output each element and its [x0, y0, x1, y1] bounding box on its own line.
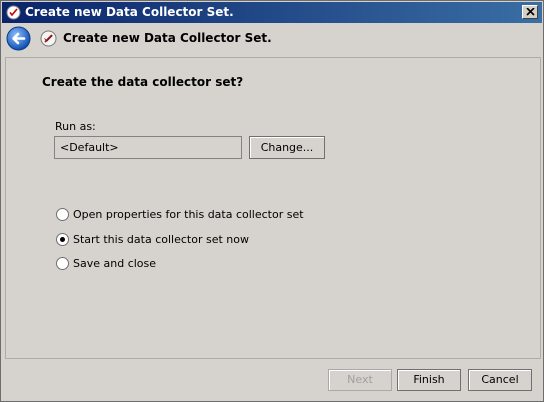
close-button[interactable] [522, 5, 538, 19]
wizard-content: Create the data collector set? Run as: <… [5, 57, 541, 359]
wizard-title: Create new Data Collector Set. [63, 31, 272, 45]
page-heading: Create the data collector set? [42, 75, 244, 89]
back-button[interactable] [6, 26, 31, 51]
option-label[interactable]: Save and close [73, 257, 156, 270]
change-button[interactable]: Change... [249, 136, 325, 159]
back-arrow-icon [6, 26, 31, 51]
window-title: Create new Data Collector Set. [25, 5, 234, 19]
run-as-field: <Default> [54, 136, 242, 159]
next-button[interactable]: Next [328, 369, 392, 391]
wizard-footer: Next Finish Cancel [2, 361, 542, 401]
cancel-button[interactable]: Cancel [468, 369, 532, 391]
wizard-header: Create new Data Collector Set. [2, 23, 542, 55]
radio-selected-dot [60, 237, 65, 242]
wizard-window: Create new Data Collector Set. Create ne… [0, 0, 544, 402]
performance-monitor-icon [6, 5, 21, 20]
title-bar[interactable]: Create new Data Collector Set. [2, 2, 542, 23]
close-icon [526, 8, 535, 16]
radio-button[interactable] [56, 233, 69, 246]
data-collector-icon [40, 30, 57, 47]
option-label[interactable]: Open properties for this data collector … [73, 208, 304, 221]
finish-button[interactable]: Finish [397, 369, 461, 391]
radio-button[interactable] [56, 257, 69, 270]
run-as-label: Run as: [55, 120, 96, 133]
option-label[interactable]: Start this data collector set now [73, 233, 249, 246]
radio-button[interactable] [56, 208, 69, 221]
